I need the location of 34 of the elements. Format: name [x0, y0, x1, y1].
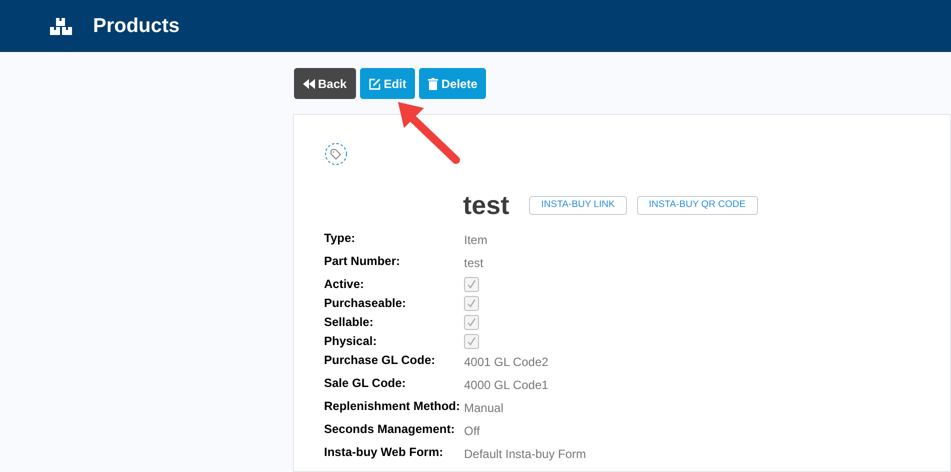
- field-value: test: [464, 255, 484, 272]
- tag-icon: [324, 142, 348, 166]
- checkbox[interactable]: [464, 277, 479, 292]
- field-value: 4000 GL Code1: [464, 377, 548, 394]
- checkbox[interactable]: [464, 315, 479, 330]
- checkbox[interactable]: [464, 296, 479, 311]
- field-value: Item: [464, 232, 488, 249]
- field-label: Replenishment Method:: [324, 398, 462, 415]
- field-label: Purchase GL Code:: [324, 352, 436, 369]
- field-value: Off: [464, 423, 480, 440]
- back-button[interactable]: Back: [294, 68, 356, 99]
- field-value: 4001 GL Code2: [464, 354, 548, 371]
- product-name: test: [463, 189, 510, 222]
- field-label: Purchaseable:: [324, 295, 408, 312]
- field-label: Seconds Management:: [324, 421, 456, 438]
- field-label: Sale GL Code:: [324, 375, 407, 392]
- field-value: Manual: [464, 400, 504, 417]
- link-button[interactable]: INSTA-BUY LINK: [529, 196, 627, 215]
- link-button[interactable]: INSTA-BUY QR CODE: [636, 196, 758, 215]
- boxes-icon: [50, 16, 72, 36]
- field-label: Physical:: [324, 333, 378, 350]
- delete-button[interactable]: Delete: [419, 68, 486, 99]
- page-title: Products: [93, 14, 180, 39]
- field-label: Insta-buy Web Form:: [324, 444, 444, 461]
- field-label: Active:: [324, 276, 366, 293]
- field-value: Default Insta-buy Form: [464, 446, 586, 463]
- rewind-icon: [303, 78, 315, 88]
- trash-icon: [428, 78, 438, 90]
- field-label: Part Number:: [324, 253, 402, 270]
- field-label: Type:: [324, 230, 356, 247]
- edit-button[interactable]: Edit: [360, 68, 416, 99]
- checkbox[interactable]: [464, 334, 479, 349]
- field-label: Sellable:: [324, 314, 374, 331]
- edit-icon: [368, 78, 381, 90]
